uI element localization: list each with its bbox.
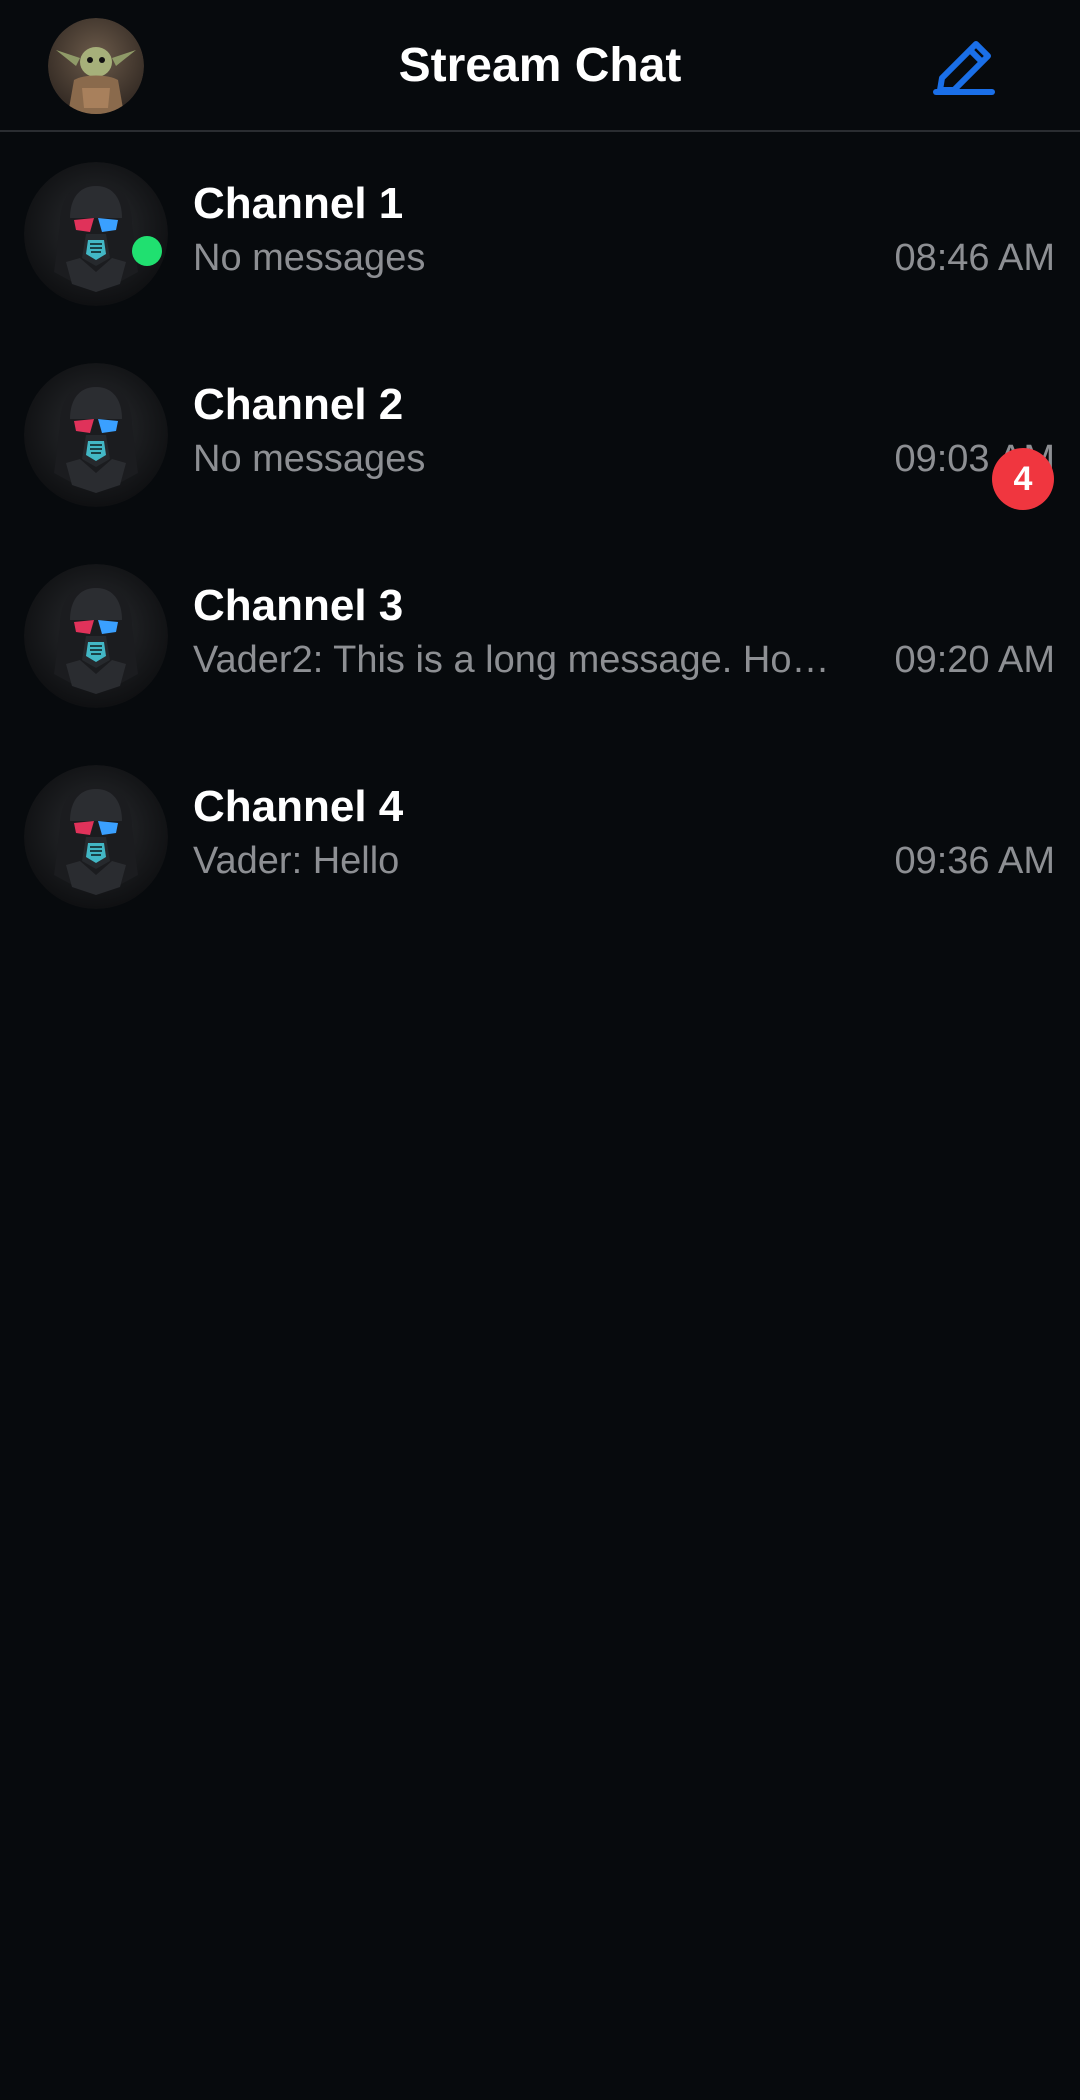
- channel-avatar: [24, 162, 168, 306]
- last-message-preview: Vader2: This is a long message. How the …: [193, 639, 843, 681]
- last-message-preview: Vader: Hello: [193, 840, 400, 882]
- channel-name: Channel 1: [193, 179, 404, 228]
- channel-avatar: [24, 564, 168, 708]
- unread-count-badge: 4: [992, 448, 1054, 510]
- vader-avatar-icon: [24, 363, 168, 507]
- channel-name: Channel 2: [193, 380, 404, 429]
- last-message-time: 08:46 AM: [894, 237, 1055, 279]
- channel-name: Channel 4: [193, 782, 404, 831]
- channel-avatar: [24, 765, 168, 909]
- vader-avatar-icon: [24, 162, 168, 306]
- last-message-preview: No messages: [193, 237, 426, 279]
- pencil-icon: [933, 41, 995, 95]
- channel-row-4[interactable]: Channel 4 Vader: Hello 09:36 AM: [0, 737, 1080, 938]
- last-message-preview: No messages: [193, 438, 426, 480]
- last-message-time: 09:36 AM: [894, 840, 1055, 882]
- last-message-time: 09:20 AM: [894, 639, 1055, 681]
- channel-row-1[interactable]: Channel 1 No messages 08:46 AM: [0, 134, 1080, 335]
- channel-row-2[interactable]: Channel 2 No messages 09:03 AM: [0, 335, 1080, 536]
- compose-button[interactable]: [926, 30, 1002, 106]
- vader-avatar-icon: [24, 765, 168, 909]
- app-header: Stream Chat: [0, 0, 1080, 132]
- page-title: Stream Chat: [398, 39, 682, 92]
- channel-list: Channel 1 No messages 08:46 AM Channel 2…: [0, 134, 1080, 938]
- channel-row-3[interactable]: Channel 3 Vader2: This is a long message…: [0, 536, 1080, 737]
- channel-name: Channel 3: [193, 581, 404, 630]
- channel-avatar: [24, 363, 168, 507]
- online-indicator: [132, 236, 162, 266]
- vader-avatar-icon: [24, 564, 168, 708]
